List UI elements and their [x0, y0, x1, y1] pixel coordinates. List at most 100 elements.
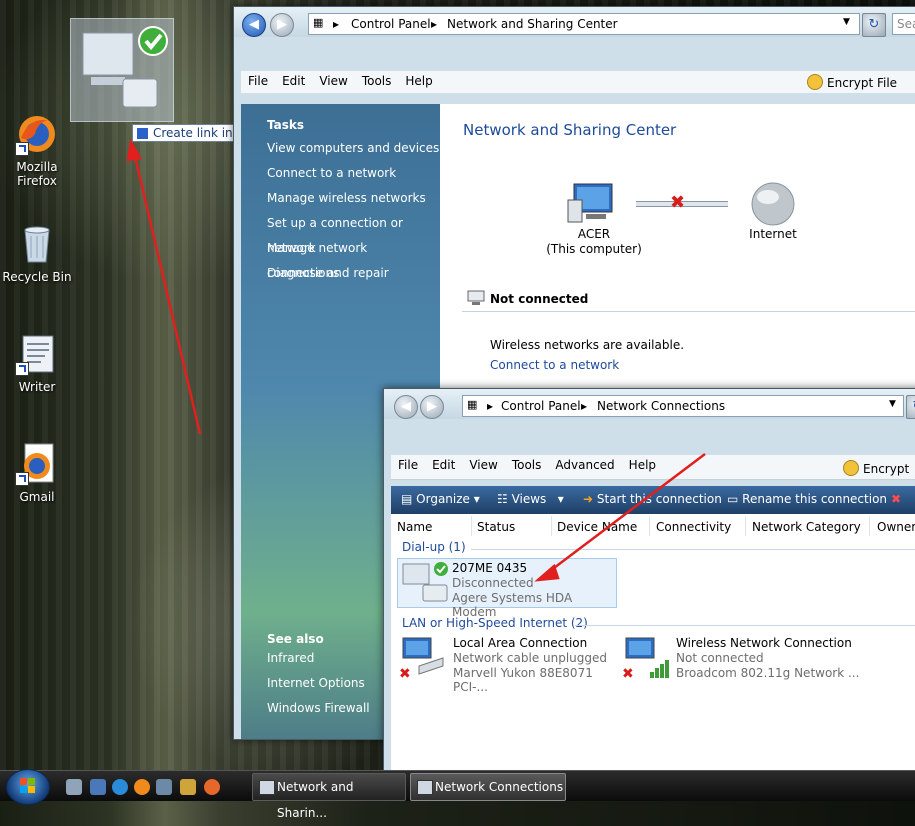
list-item-wireless[interactable]: ✖ Wireless Network Connection Not connec… — [620, 636, 860, 684]
firefox-icon — [15, 442, 59, 486]
connect-network-link[interactable]: Connect to a network — [490, 358, 619, 372]
search-input[interactable]: Sea — [892, 13, 915, 35]
chevron-down-icon[interactable]: ▼ — [843, 17, 850, 27]
address-bar[interactable]: ▦ ▸ Control Panel ▸ Network Connections … — [462, 395, 904, 417]
column-connectivity[interactable]: Connectivity — [656, 520, 731, 534]
shortcut-arrow-icon — [15, 142, 29, 156]
app-icon[interactable] — [156, 779, 172, 795]
group-header-lan[interactable]: LAN or High-Speed Internet (2) — [402, 616, 588, 630]
menu-bar: File Edit View Tools Advanced Help Encrypt — [391, 455, 915, 480]
annotation-arrow-line — [132, 151, 202, 435]
delete-icon[interactable]: ✖ — [891, 492, 901, 506]
views-button[interactable]: ☷ Views ▾ — [497, 492, 564, 506]
menu-advanced[interactable]: Advanced — [548, 455, 621, 472]
column-separator — [471, 516, 472, 536]
desktop-icon-writer[interactable]: Writer — [0, 332, 74, 394]
see-also-heading: See also — [267, 632, 324, 646]
rename-connection-button[interactable]: ▭ Rename this connection — [727, 492, 887, 506]
app-icon[interactable] — [180, 779, 196, 795]
menu-view[interactable]: View — [312, 71, 354, 88]
taskbar-item-sharing-center[interactable]: Network and Sharin... — [252, 773, 406, 820]
organize-button[interactable]: ▤ Organize ▾ — [401, 492, 480, 506]
task-setup-connection[interactable]: Set up a connection or network — [241, 211, 440, 255]
breadcrumb-network-sharing[interactable]: Network and Sharing Center — [447, 17, 618, 31]
menu-help[interactable]: Help — [398, 71, 439, 88]
refresh-button[interactable]: ↻ — [862, 13, 886, 37]
group-divider — [471, 549, 915, 550]
connection-status-title: Not connected — [490, 292, 589, 306]
menu-tools[interactable]: Tools — [355, 71, 399, 88]
annotation-arrowhead — [126, 138, 142, 162]
address-bar-row: ◀ ▶ ▦ ▸ Control Panel ▸ Network Connecti… — [384, 389, 915, 419]
column-device-name[interactable]: Device Name — [557, 520, 637, 534]
connection-name: Local Area Connection — [453, 636, 588, 650]
menu-view[interactable]: View — [462, 455, 504, 472]
firefox-icon[interactable] — [134, 779, 150, 795]
column-status[interactable]: Status — [477, 520, 515, 534]
menu-file[interactable]: File — [241, 71, 275, 88]
task-view-computers[interactable]: View computers and devices — [241, 136, 440, 161]
wireless-available-text: Wireless networks are available. — [490, 338, 685, 352]
column-name[interactable]: Name — [397, 520, 432, 534]
list-item-local-area[interactable]: ✖ Local Area Connection Network cable un… — [397, 636, 617, 694]
breadcrumb-control-panel[interactable]: Control Panel — [351, 17, 431, 31]
task-connect-network[interactable]: Connect to a network — [241, 161, 440, 186]
chevron-down-icon[interactable]: ▼ — [889, 399, 896, 409]
menu-edit[interactable]: Edit — [425, 455, 462, 472]
address-bar-row: ◀ ▶ ▦ ▸ Control Panel ▸ Network and Shar… — [234, 7, 915, 37]
app-icon[interactable] — [204, 779, 220, 795]
encrypt-button[interactable]: Encrypt — [843, 460, 909, 476]
desktop-icon-recycle-bin[interactable]: Recycle Bin — [0, 222, 74, 284]
forward-button[interactable]: ▶ — [270, 13, 294, 37]
column-network-category[interactable]: Network Category — [752, 520, 861, 534]
back-button[interactable]: ◀ — [394, 395, 418, 419]
encrypt-file-button[interactable]: Encrypt File — [807, 74, 897, 90]
column-owner[interactable]: Owner — [877, 520, 915, 534]
forward-button[interactable]: ▶ — [420, 395, 444, 419]
see-also-internet-options[interactable]: Internet Options — [241, 671, 370, 696]
menu-edit[interactable]: Edit — [275, 71, 312, 88]
menu-help[interactable]: Help — [622, 455, 663, 472]
connection-device: Broadcom 802.11g Network ... — [676, 666, 860, 680]
breadcrumb-network-connections[interactable]: Network Connections — [597, 399, 725, 413]
column-separator — [745, 516, 746, 536]
group-divider — [575, 625, 915, 626]
menu-file[interactable]: File — [391, 455, 425, 472]
network-connections-window[interactable]: ◀ ▶ ▦ ▸ Control Panel ▸ Network Connecti… — [383, 388, 915, 776]
desktop-icon-firefox[interactable]: Mozilla Firefox — [0, 112, 74, 188]
connection-error-x-icon: ✖ — [670, 192, 686, 213]
breadcrumb-separator: ▸ — [581, 399, 588, 413]
refresh-button[interactable]: ↻ — [906, 395, 915, 419]
desktop-icon-gmail[interactable]: Gmail — [0, 442, 74, 504]
list-item-dialup[interactable]: 207ME 0435 Disconnected Agere Systems HD… — [397, 558, 617, 619]
group-header-dialup[interactable]: Dial-up (1) — [402, 540, 466, 554]
error-x-icon: ✖ — [399, 666, 411, 682]
internet-explorer-icon[interactable] — [112, 779, 128, 795]
views-icon: ☷ — [497, 492, 512, 506]
breadcrumb-separator: ▸ — [431, 17, 438, 31]
column-separator — [869, 516, 870, 536]
connection-device: Marvell Yukon 88E8071 PCI-... — [453, 666, 593, 694]
start-connection-button[interactable]: ➜ Start this connection — [583, 492, 722, 506]
taskbar-item-network-connections[interactable]: Network Connections — [410, 773, 566, 801]
task-diagnose-repair[interactable]: Diagnose and repair — [241, 261, 440, 286]
breadcrumb-control-panel[interactable]: Control Panel — [501, 399, 581, 413]
column-separator — [649, 516, 650, 536]
switch-windows-icon[interactable] — [90, 779, 106, 795]
arrow-right-icon: ➜ — [583, 492, 597, 506]
see-also-infrared[interactable]: Infrared — [241, 646, 370, 671]
see-also-windows-firewall[interactable]: Windows Firewall — [241, 696, 370, 721]
computer-subtitle: (This computer) — [546, 242, 642, 256]
back-button[interactable]: ◀ — [242, 13, 266, 37]
menu-tools[interactable]: Tools — [505, 455, 549, 472]
task-manage-wireless[interactable]: Manage wireless networks — [241, 186, 440, 211]
rename-icon: ▭ — [727, 492, 743, 506]
connection-name: Wireless Network Connection — [676, 636, 852, 650]
shortcut-arrow-icon — [15, 472, 29, 486]
breadcrumb-separator: ▸ — [333, 17, 340, 31]
control-panel-icon: ▦ — [313, 16, 324, 29]
show-desktop-icon[interactable] — [66, 779, 82, 795]
address-bar[interactable]: ▦ ▸ Control Panel ▸ Network and Sharing … — [308, 13, 860, 35]
task-manage-connections[interactable]: Manage network connections — [241, 236, 440, 280]
internet-globe-icon — [751, 182, 795, 226]
